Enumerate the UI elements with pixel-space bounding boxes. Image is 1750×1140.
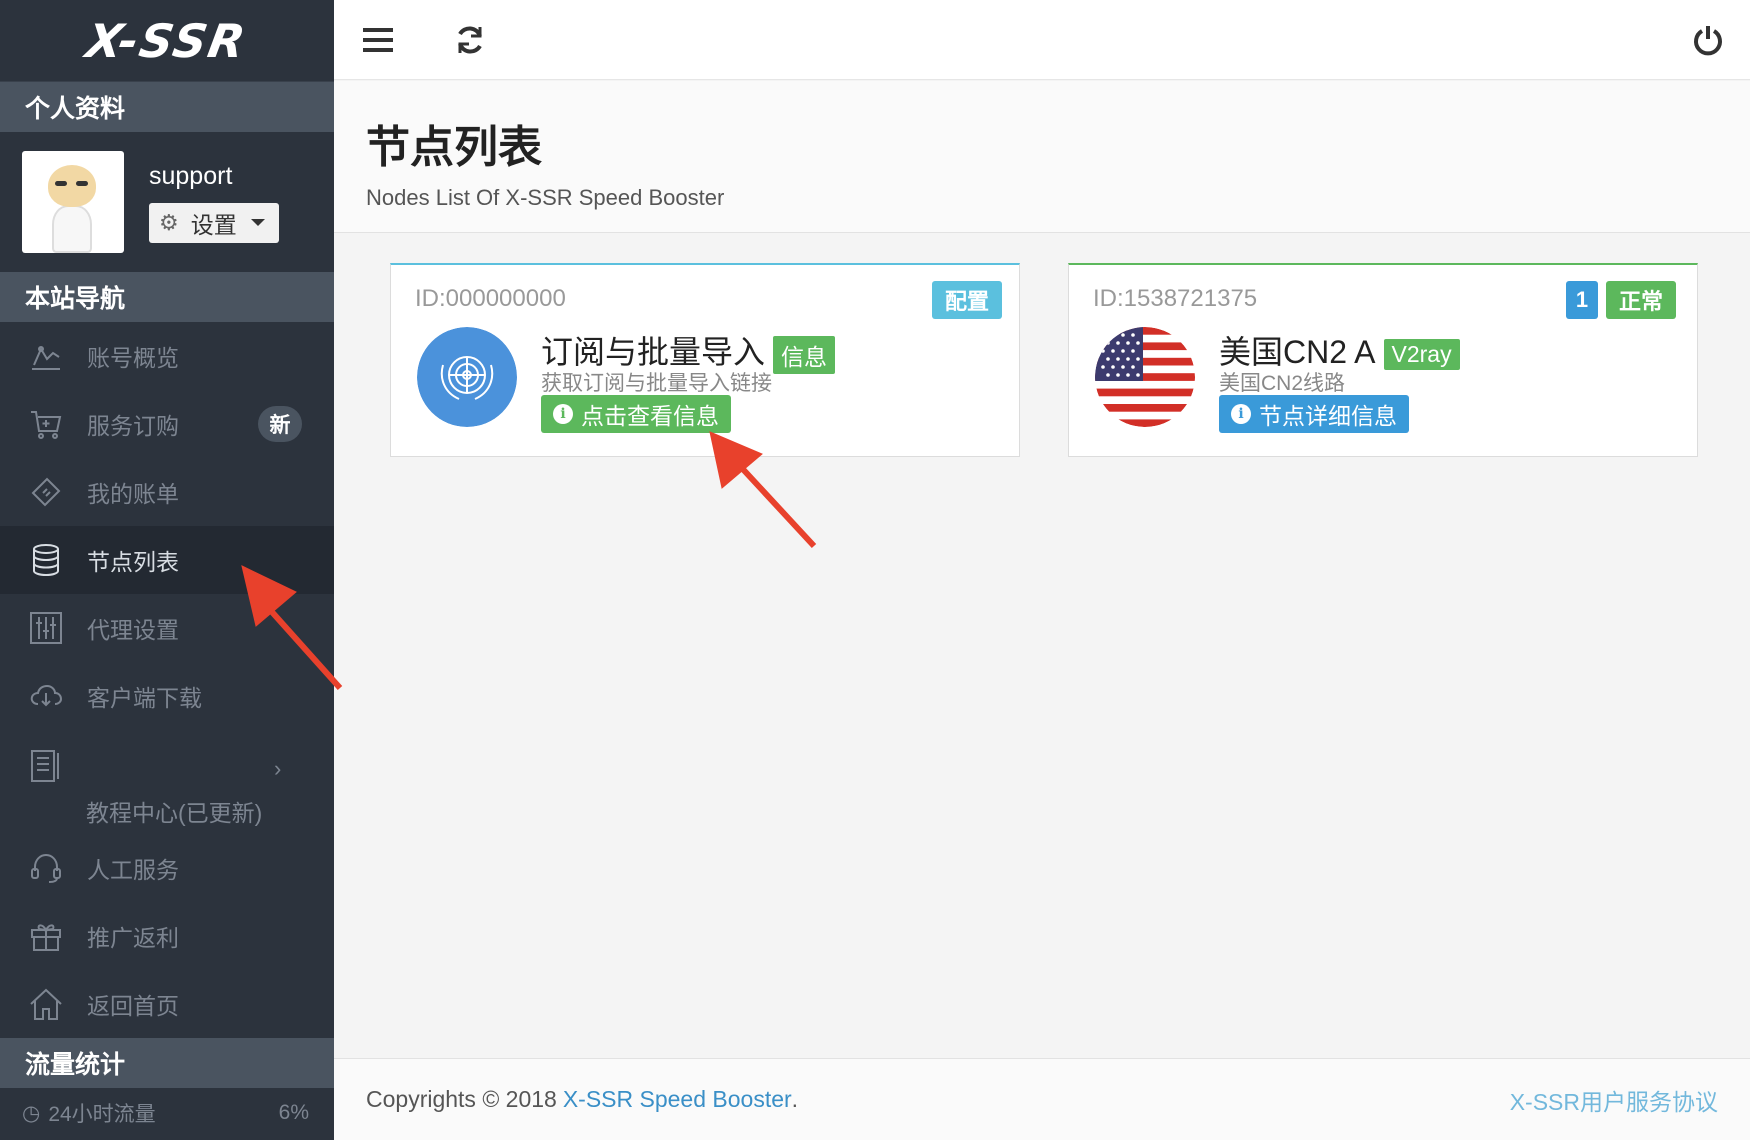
terms-link[interactable]: X-SSR用户服务协议 <box>1510 1083 1718 1117</box>
arrow-to-view-info <box>709 431 817 549</box>
arrow-to-node-list <box>241 565 343 691</box>
footer: Copyrights © 2018 X-SSR Speed Booster . … <box>334 1058 1750 1140</box>
copyright-text: Copyrights © 2018 <box>366 1086 557 1112</box>
footer-dot: . <box>791 1086 799 1112</box>
annotation-arrows <box>241 431 817 691</box>
brand-link[interactable]: X-SSR Speed Booster <box>563 1086 792 1113</box>
